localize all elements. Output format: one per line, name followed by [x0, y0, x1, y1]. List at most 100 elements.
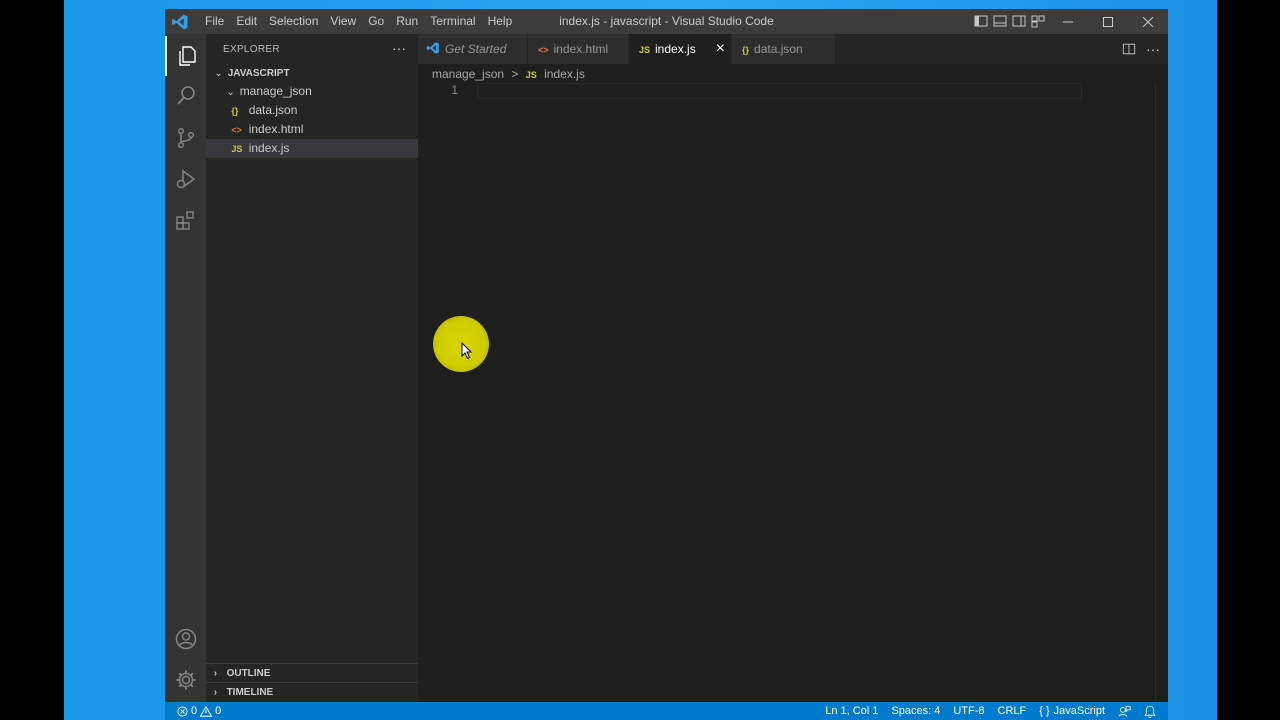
feedback-icon[interactable]: [1118, 705, 1131, 718]
window-controls: [1048, 9, 1168, 34]
source-control-icon: [177, 127, 194, 149]
end-of-line[interactable]: CRLF: [998, 702, 1027, 720]
status-bar-right: Ln 1, Col 1 Spaces: 4 UTF-8 CRLF { } Java…: [825, 702, 1156, 720]
more-actions-icon[interactable]: ···: [392, 40, 406, 56]
chevron-down-icon: ⌄: [214, 68, 223, 79]
search-icon: [176, 86, 195, 105]
run-debug-icon: [176, 169, 195, 189]
tree-file-label: index.js: [248, 141, 290, 155]
vscode-window: File Edit Selection View Go Run Terminal…: [165, 9, 1168, 720]
language-mode[interactable]: { } JavaScript: [1039, 702, 1105, 720]
outline-label: OUTLINE: [226, 668, 271, 679]
explorer-icon: [178, 46, 196, 66]
tree-root-label: JAVASCRIPT: [227, 68, 290, 79]
timeline-section[interactable]: › TIMELINE: [206, 682, 418, 702]
explorer-sidebar: EXPLORER ··· ⌄ JAVASCRIPT ⌄ manage_json …: [206, 34, 418, 702]
menu-selection[interactable]: Selection: [263, 9, 324, 34]
breadcrumb-file[interactable]: index.js: [544, 67, 585, 81]
sidebar-title: EXPLORER: [223, 44, 280, 55]
close-tab-icon[interactable]: ×: [716, 34, 725, 64]
title-bar: File Edit Selection View Go Run Terminal…: [165, 9, 1168, 34]
line-number-gutter: 1: [418, 83, 458, 97]
language-label: JavaScript: [1053, 705, 1105, 717]
tab-get-started[interactable]: Get Started: [418, 34, 527, 64]
close-window-button[interactable]: [1128, 9, 1168, 34]
activity-search[interactable]: [165, 76, 206, 116]
vscode-icon: [426, 42, 439, 54]
problems-indicator[interactable]: 0 0: [177, 702, 221, 720]
menu-view[interactable]: View: [324, 9, 362, 34]
js-file-icon: JS: [525, 70, 537, 80]
tree-folder-manage-json[interactable]: ⌄ manage_json: [206, 82, 418, 101]
maximize-button[interactable]: [1088, 9, 1128, 34]
extensions-icon: [175, 211, 194, 230]
error-count: 0: [191, 705, 198, 717]
current-line-highlight[interactable]: [477, 83, 1082, 99]
chevron-down-icon: ⌄: [226, 87, 235, 98]
menu-help[interactable]: Help: [482, 9, 519, 34]
chevron-right-icon: >: [511, 67, 519, 81]
activity-extensions[interactable]: [165, 200, 206, 240]
chevron-right-icon: ›: [213, 668, 218, 679]
js-file-icon: JS: [231, 144, 243, 154]
js-file-icon: JS: [639, 45, 651, 55]
outline-section[interactable]: › OUTLINE: [206, 663, 418, 683]
customize-layout-icon[interactable]: [1030, 13, 1046, 29]
notifications-bell-icon[interactable]: [1144, 705, 1156, 718]
activity-explorer[interactable]: [165, 36, 206, 76]
tab-data-json[interactable]: {} data.json: [732, 34, 835, 64]
tree-root-javascript[interactable]: ⌄ JAVASCRIPT: [206, 63, 418, 82]
tree-file-data-json[interactable]: {} data.json: [206, 101, 418, 120]
tab-index-js[interactable]: JS index.js ×: [629, 34, 731, 64]
layout-controls: [973, 13, 1046, 29]
indentation[interactable]: Spaces: 4: [891, 702, 940, 720]
json-file-icon: {}: [742, 45, 750, 55]
menu-go[interactable]: Go: [362, 9, 390, 34]
json-file-icon: {}: [231, 106, 239, 116]
toggle-secondary-sidebar-icon[interactable]: [1011, 13, 1027, 29]
tab-label: index.html: [553, 42, 609, 56]
tab-label: Get Started: [445, 42, 507, 56]
scrollbar-track[interactable]: [1155, 83, 1156, 702]
html-file-icon: <>: [231, 125, 242, 135]
menu-run[interactable]: Run: [390, 9, 424, 34]
tree-folder-label: manage_json: [239, 84, 312, 98]
more-actions-icon[interactable]: ···: [1146, 41, 1160, 57]
tab-label: index.js: [655, 42, 696, 56]
minimize-icon: [1063, 21, 1073, 22]
toggle-panel-icon[interactable]: [992, 13, 1008, 29]
minimize-button[interactable]: [1048, 9, 1088, 34]
maximize-icon: [1103, 16, 1113, 27]
menu-bar: File Edit Selection View Go Run Terminal…: [199, 9, 518, 34]
tree-file-index-html[interactable]: <> index.html: [206, 120, 418, 139]
cursor-position[interactable]: Ln 1, Col 1: [825, 702, 878, 720]
editor-actions: ···: [1122, 34, 1160, 64]
menu-terminal[interactable]: Terminal: [424, 9, 481, 34]
tree-file-index-js[interactable]: JS index.js: [206, 139, 418, 158]
split-editor-icon[interactable]: [1122, 42, 1136, 56]
activity-run-debug[interactable]: [165, 159, 206, 199]
toggle-sidebar-icon[interactable]: [973, 13, 989, 29]
activity-source-control[interactable]: [165, 118, 206, 158]
editor-tabs: Get Started <> index.html JS index.js × {}…: [418, 34, 1168, 64]
status-bar: 0 0 Ln 1, Col 1 Spaces: 4 UTF-8 CRLF { }…: [165, 702, 1168, 720]
menu-file[interactable]: File: [199, 9, 230, 34]
chevron-right-icon: ›: [213, 687, 218, 698]
timeline-label: TIMELINE: [226, 687, 274, 698]
breadcrumb: manage_json > JS index.js: [432, 66, 585, 83]
activity-manage[interactable]: [165, 660, 206, 700]
html-file-icon: <>: [538, 45, 549, 55]
menu-edit[interactable]: Edit: [230, 9, 263, 34]
encoding[interactable]: UTF-8: [953, 702, 984, 720]
error-icon: [177, 705, 188, 717]
braces-icon: { }: [1039, 705, 1050, 717]
line-number: 1: [451, 83, 458, 97]
tab-index-html[interactable]: <> index.html: [528, 34, 628, 64]
warning-count: 0: [215, 705, 222, 717]
activity-bar: [165, 34, 206, 702]
breadcrumb-folder[interactable]: manage_json: [432, 67, 504, 81]
vscode-logo-icon: [172, 14, 188, 30]
close-icon: [1143, 16, 1153, 27]
account-icon: [175, 628, 196, 650]
activity-accounts[interactable]: [165, 619, 206, 659]
